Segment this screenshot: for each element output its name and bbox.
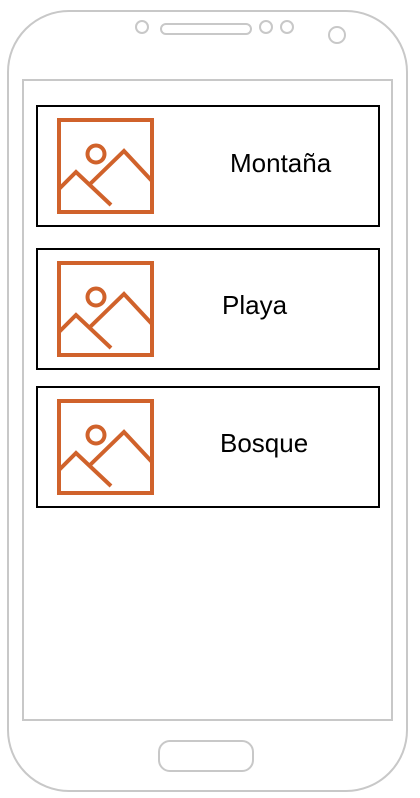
image-placeholder-icon: [57, 261, 154, 357]
front-camera-icon: [328, 26, 346, 44]
proximity-sensor-icon: [259, 20, 273, 34]
front-sensor-icon: [135, 20, 149, 34]
list-item-bosque[interactable]: Bosque: [36, 386, 380, 508]
device-mockup: Montaña Playa Bosque: [0, 0, 420, 798]
image-placeholder-icon: [57, 399, 154, 495]
list-item-label: Montaña: [230, 148, 332, 178]
light-sensor-icon: [280, 20, 294, 34]
home-button[interactable]: [158, 740, 254, 772]
list-item-montana[interactable]: Montaña: [36, 105, 380, 227]
list-item-label: Playa: [222, 290, 288, 320]
image-placeholder-icon: [57, 118, 154, 214]
earpiece-speaker: [160, 23, 252, 35]
list-item-playa[interactable]: Playa: [36, 248, 380, 370]
list-item-label: Bosque: [220, 428, 309, 458]
